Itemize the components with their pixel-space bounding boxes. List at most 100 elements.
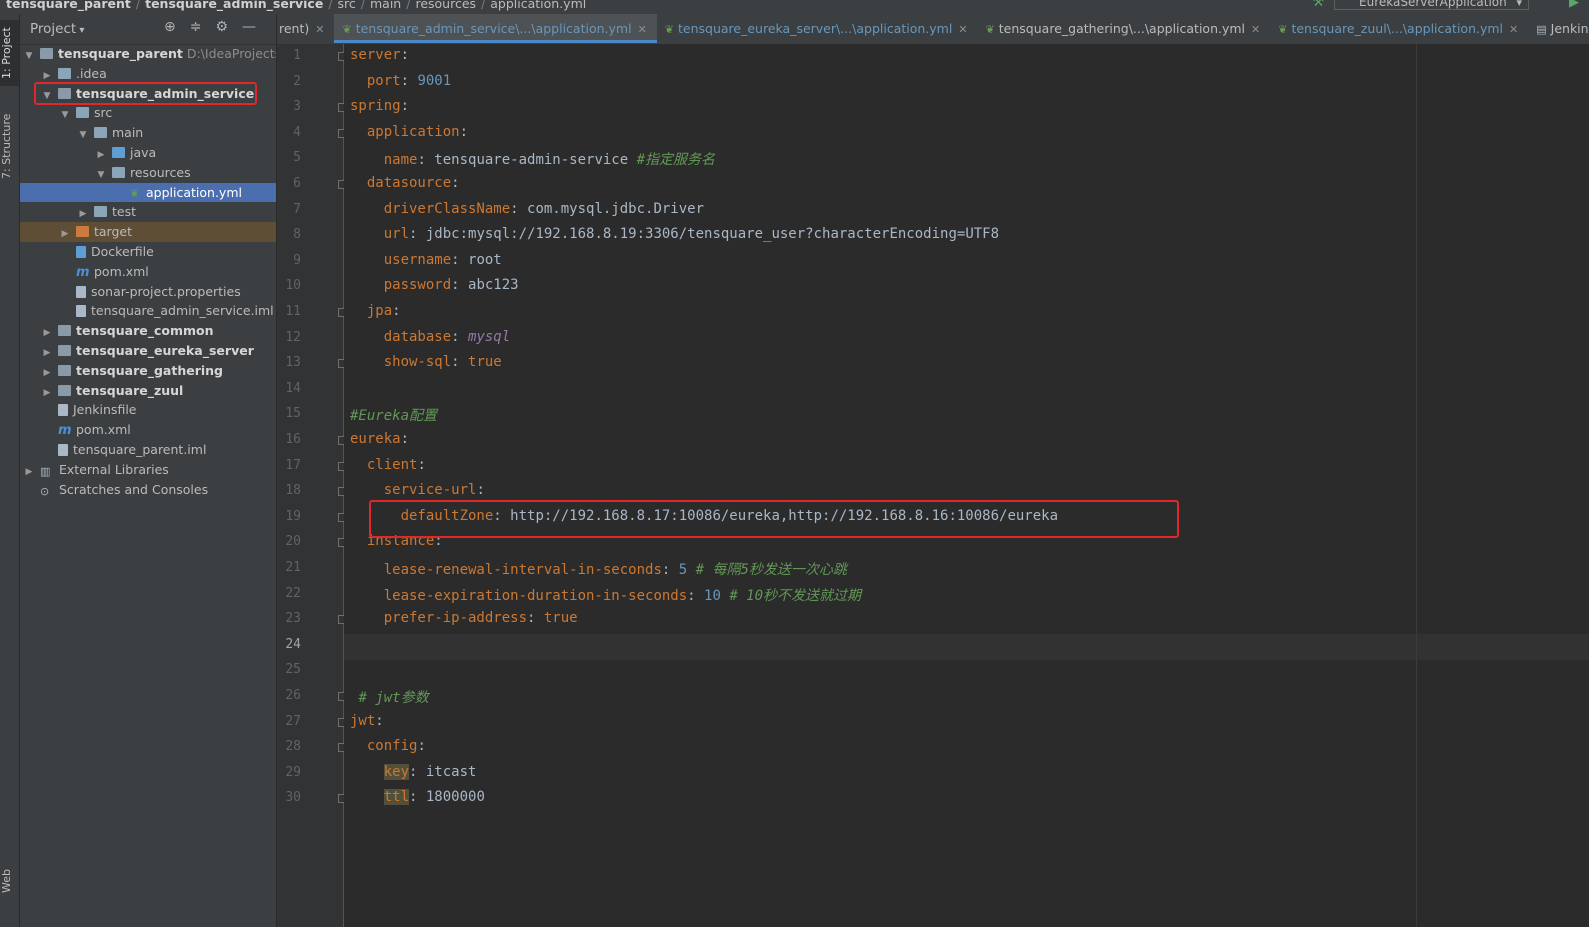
tree-node[interactable]: ▼ resources [20,163,276,183]
run-configuration-select[interactable]: EurekaServerApplication [1334,0,1529,10]
folder-icon [58,67,71,79]
maven-icon: m [58,423,72,439]
breadcrumb-item[interactable]: tensquare_admin_service [145,0,323,11]
breadcrumb-item[interactable]: resources [415,0,476,11]
tab-gathering-yml[interactable]: ❦ tensquare_gathering\...\application.yml… [978,14,1271,43]
tree-node[interactable]: ▶ ▥ External Libraries [20,460,276,480]
web-tool-tab[interactable]: Web [0,859,19,903]
close-icon[interactable]: ✕ [958,23,967,36]
breadcrumb-item[interactable]: tensquare_parent [6,0,131,11]
close-icon[interactable]: ✕ [315,23,324,36]
maven-icon: m [76,264,90,280]
tree-node[interactable]: ▶ target [20,222,276,242]
code-line: lease-renewal-interval-in-seconds: 5 # 每… [383,562,847,578]
tree-node-application-yml[interactable]: ❦ application.yml [20,182,276,203]
project-panel-actions: ⊕≑⚙— [164,19,270,35]
spring-leaf-icon: ❦ [664,23,674,36]
tree-node[interactable]: ▼ src [20,103,276,123]
tree-node[interactable]: m pom.xml [20,420,276,440]
current-line-highlight [344,634,1589,660]
code-line: port: 9001 [366,72,452,89]
spring-leaf-icon: ❦ [1278,23,1288,36]
code-line: application: [366,123,469,140]
breadcrumb-item[interactable]: main [370,0,401,11]
code-line: service-url: [383,482,485,499]
breadcrumb-item[interactable]: application.yml [490,0,586,11]
file-icon: ▤ [1536,23,1547,36]
tab-parent[interactable]: rent) ✕ [277,14,334,43]
spring-leaf-icon: ❦ [985,23,995,36]
close-icon[interactable]: ✕ [638,23,647,36]
tab-eureka-server-yml[interactable]: ❦ tensquare_eureka_server\...\application… [657,14,978,43]
code-line: config: [366,738,426,755]
line-number: 14 [285,380,301,396]
tree-node[interactable]: ▼tensquare_parentD:\IdeaProjects\ter [20,44,276,64]
hide-icon[interactable]: — [242,19,270,35]
line-number: 1 [293,48,301,63]
code-line: jpa: [366,303,401,319]
breadcrumb-item[interactable]: src [338,0,356,11]
docker-file-icon [76,245,86,258]
tab-admin-service-yml[interactable]: ❦ tensquare_admin_service\...\application… [334,14,657,43]
code-line: #Eureka配置 [350,408,438,425]
source-folder-icon [112,146,125,158]
close-icon[interactable]: ✕ [1251,23,1260,36]
project-tool-tab[interactable]: 1: Project [0,20,19,86]
run-play-icon[interactable]: ▶ [1569,0,1579,10]
code-line: # jwt参数 [358,690,429,706]
tree-node[interactable]: ▶ tensquare_common [20,321,276,341]
spring-leaf-icon: ❦ [342,23,352,36]
code-line: username: root [383,251,502,268]
tree-node[interactable]: ▶ tensquare_gathering [20,361,276,381]
build-hammer-icon[interactable]: ⚒ [1312,0,1324,10]
tree-node[interactable]: ▶ test [20,202,276,222]
line-number: 5 [293,150,301,166]
code-line: spring: [350,98,410,115]
line-number: 7 [293,201,301,217]
tree-node[interactable]: ▶ .idea [20,64,276,84]
line-number: 21 [285,560,301,575]
navigation-bar: tensquare_parent / tensquare_admin_service… [0,0,1589,14]
close-icon[interactable]: ✕ [1509,23,1518,36]
line-number: 26 [285,688,301,703]
project-view-select[interactable]: Project [30,21,84,37]
code-line: eureka: [350,431,410,447]
iml-file-icon [58,443,68,456]
locate-icon[interactable]: ⊕ [164,19,190,35]
tree-node[interactable]: ▶ tensquare_zuul [20,381,276,401]
folder-icon [94,127,107,139]
gear-icon[interactable]: ⚙ [215,19,242,35]
code-line: server: [350,47,410,63]
folder-icon [76,107,89,119]
text-file-icon [58,404,68,417]
tab-zuul-yml[interactable]: ❦ tensquare_zuul\...\application.yml ✕ [1270,14,1528,43]
line-number: 15 [285,406,301,422]
right-margin-guide [1416,44,1417,927]
line-number: 4 [293,124,301,140]
tree-node[interactable]: ▶ tensquare_eureka_server [20,341,276,361]
tree-node[interactable]: ▶ java [20,143,276,163]
module-folder-icon [58,325,71,337]
tree-node[interactable]: Dockerfile [20,242,276,262]
collapse-icon[interactable]: ≑ [190,19,216,35]
tree-node[interactable]: m pom.xml [20,262,276,282]
line-number: 12 [285,329,301,345]
tree-node[interactable]: tensquare_admin_service.iml [20,301,276,321]
line-number: 29 [285,764,301,780]
excluded-folder-icon [76,226,89,238]
tree-node[interactable]: sonar-project.properties [20,282,276,302]
code-editor[interactable]: server: port: 9001 spring: application: … [344,44,1589,927]
editor-tab-bar: rent) ✕ ❦ tensquare_admin_service\...\appli… [277,14,1589,45]
tree-node[interactable]: tensquare_parent.iml [20,440,276,460]
scratches-icon: ⊙ [40,484,50,498]
line-number: 11 [285,304,301,319]
tab-jenkinsfile[interactable]: ▤Jenkinsfile [1528,14,1589,43]
line-number-current: 24 [285,636,301,652]
tree-node[interactable]: ⊙ Scratches and Consoles [20,480,276,500]
tree-node[interactable]: ▼ main [20,123,276,143]
tree-node[interactable]: Jenkinsfile [20,400,276,420]
line-number: 10 [285,278,301,294]
resources-folder-icon [112,166,125,178]
breadcrumb: tensquare_parent / tensquare_admin_service… [6,0,586,11]
structure-tool-tab[interactable]: 7: Structure [0,108,19,184]
